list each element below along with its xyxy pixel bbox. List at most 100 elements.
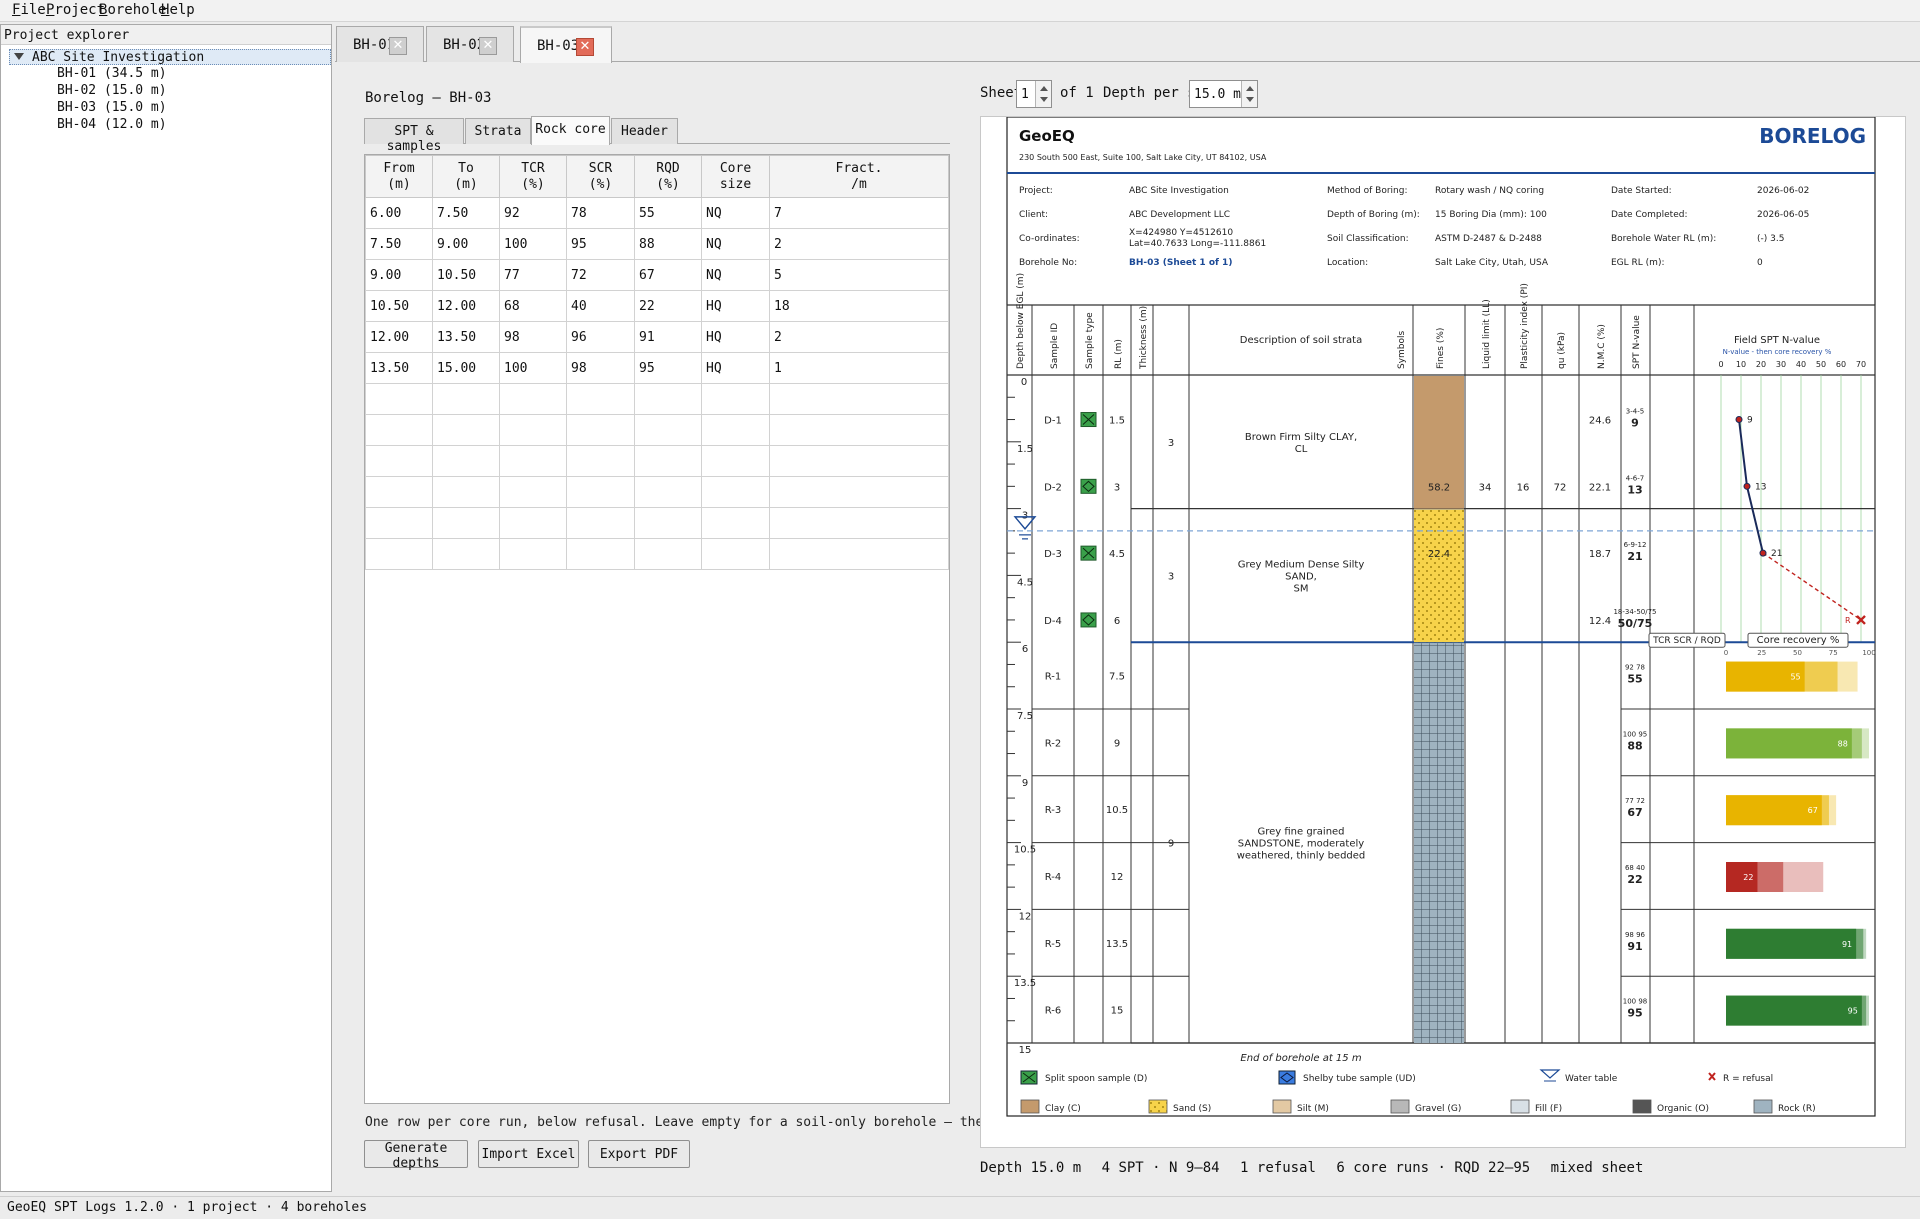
grid-cell[interactable]: [499, 476, 567, 508]
grid-cell[interactable]: 98: [499, 321, 567, 353]
grid-cell[interactable]: [566, 414, 635, 446]
grid-cell[interactable]: [499, 383, 567, 415]
column-header[interactable]: Fract./m: [769, 155, 949, 198]
subtab-header[interactable]: Header: [611, 118, 678, 144]
grid-cell[interactable]: [566, 507, 635, 539]
column-header[interactable]: From (m): [365, 155, 433, 198]
grid-cell[interactable]: 78: [566, 197, 635, 229]
grid-cell[interactable]: [365, 445, 433, 477]
close-icon[interactable]: ✕: [479, 37, 497, 55]
grid-cell[interactable]: 6.00: [365, 197, 433, 229]
grid-cell[interactable]: [432, 414, 500, 446]
grid-cell[interactable]: 9.00: [365, 259, 433, 291]
grid-cell[interactable]: HQ: [701, 352, 770, 384]
grid-cell[interactable]: 2: [769, 321, 949, 353]
grid-cell[interactable]: 67: [634, 259, 702, 291]
tree-borehole-item[interactable]: BH-03 (15.0 m): [57, 100, 167, 115]
export-pdf-button[interactable]: Export PDF: [588, 1140, 690, 1168]
grid-cell[interactable]: [701, 476, 770, 508]
tab-bh-02[interactable]: BH-02 ✕: [426, 26, 514, 62]
grid-cell[interactable]: 95: [634, 352, 702, 384]
grid-cell[interactable]: [701, 383, 770, 415]
column-header[interactable]: SCR (%): [566, 155, 635, 198]
grid-cell[interactable]: [432, 476, 500, 508]
column-header[interactable]: Core size: [701, 155, 770, 198]
menu-project[interactable]: Project: [46, 2, 105, 18]
tab-bh-01[interactable]: BH-01 ✕: [336, 26, 424, 62]
grid-cell[interactable]: 13.50: [432, 321, 500, 353]
tree-borehole-item[interactable]: BH-01 (34.5 m): [57, 66, 167, 81]
grid-cell[interactable]: 7: [769, 197, 949, 229]
grid-cell[interactable]: [365, 507, 433, 539]
grid-cell[interactable]: [432, 538, 500, 570]
sheet-spinbox[interactable]: 1: [1016, 80, 1052, 108]
generate-depths-button[interactable]: Generate depths: [364, 1140, 468, 1171]
grid-cell[interactable]: NQ: [701, 197, 770, 229]
grid-cell[interactable]: [701, 414, 770, 446]
grid-cell[interactable]: [634, 383, 702, 415]
column-header[interactable]: TCR (%): [499, 155, 567, 198]
tree-borehole-item[interactable]: BH-04 (12.0 m): [57, 117, 167, 132]
grid-cell[interactable]: NQ: [701, 259, 770, 291]
menu-file[interactable]: File: [12, 2, 46, 18]
spin-up-icon[interactable]: [1246, 86, 1254, 91]
grid-cell[interactable]: [769, 383, 949, 415]
column-header[interactable]: RQD (%): [634, 155, 702, 198]
grid-cell[interactable]: 22: [634, 290, 702, 322]
grid-cell[interactable]: 7.50: [432, 197, 500, 229]
grid-cell[interactable]: [769, 445, 949, 477]
grid-cell[interactable]: [499, 414, 567, 446]
grid-cell[interactable]: 2: [769, 228, 949, 260]
grid-cell[interactable]: 100: [499, 228, 567, 260]
grid-cell[interactable]: [566, 538, 635, 570]
grid-cell[interactable]: [499, 538, 567, 570]
grid-cell[interactable]: [769, 414, 949, 446]
grid-cell[interactable]: 10.50: [432, 259, 500, 291]
grid-cell[interactable]: 13.50: [365, 352, 433, 384]
grid-cell[interactable]: [365, 476, 433, 508]
tree-borehole-item[interactable]: BH-02 (15.0 m): [57, 83, 167, 98]
spin-down-icon[interactable]: [1246, 97, 1254, 102]
import-excel-button[interactable]: Import Excel: [478, 1140, 579, 1168]
grid-cell[interactable]: 9.00: [432, 228, 500, 260]
grid-cell[interactable]: HQ: [701, 290, 770, 322]
menu-help[interactable]: Help: [161, 2, 195, 18]
grid-cell[interactable]: [634, 538, 702, 570]
grid-cell[interactable]: [701, 538, 770, 570]
subtab-rock-core[interactable]: Rock core: [531, 116, 610, 145]
grid-cell[interactable]: NQ: [701, 228, 770, 260]
grid-cell[interactable]: 68: [499, 290, 567, 322]
tree-project-node[interactable]: ABC Site Investigation: [9, 49, 331, 65]
subtab-spt-samples[interactable]: SPT & samples: [364, 118, 464, 154]
expand-arrow-icon[interactable]: [14, 53, 24, 60]
grid-cell[interactable]: 91: [634, 321, 702, 353]
menu-borehole[interactable]: Borehole: [99, 2, 166, 18]
grid-cell[interactable]: [499, 445, 567, 477]
grid-cell[interactable]: 15.00: [432, 352, 500, 384]
subtab-strata[interactable]: Strata: [465, 118, 531, 144]
tab-bh-03[interactable]: BH-03 ✕: [520, 26, 612, 63]
grid-cell[interactable]: [634, 507, 702, 539]
column-header[interactable]: To (m): [432, 155, 500, 198]
grid-cell[interactable]: [432, 383, 500, 415]
grid-cell[interactable]: 72: [566, 259, 635, 291]
spin-buttons[interactable]: [1241, 81, 1257, 107]
grid-cell[interactable]: 10.50: [365, 290, 433, 322]
grid-cell[interactable]: [769, 538, 949, 570]
grid-cell[interactable]: [566, 476, 635, 508]
grid-cell[interactable]: [634, 445, 702, 477]
grid-cell[interactable]: 12.00: [432, 290, 500, 322]
grid-cell[interactable]: 7.50: [365, 228, 433, 260]
depth-per-sheet-spinbox[interactable]: 15.0 m: [1189, 80, 1258, 108]
close-icon[interactable]: ✕: [389, 37, 407, 55]
close-icon[interactable]: ✕: [576, 38, 594, 56]
grid-cell[interactable]: [701, 445, 770, 477]
spin-down-icon[interactable]: [1040, 97, 1048, 102]
grid-cell[interactable]: HQ: [701, 321, 770, 353]
spin-up-icon[interactable]: [1040, 86, 1048, 91]
grid-cell[interactable]: 98: [566, 352, 635, 384]
grid-cell[interactable]: 55: [634, 197, 702, 229]
grid-cell[interactable]: [365, 538, 433, 570]
grid-cell[interactable]: [769, 476, 949, 508]
grid-cell[interactable]: 100: [499, 352, 567, 384]
